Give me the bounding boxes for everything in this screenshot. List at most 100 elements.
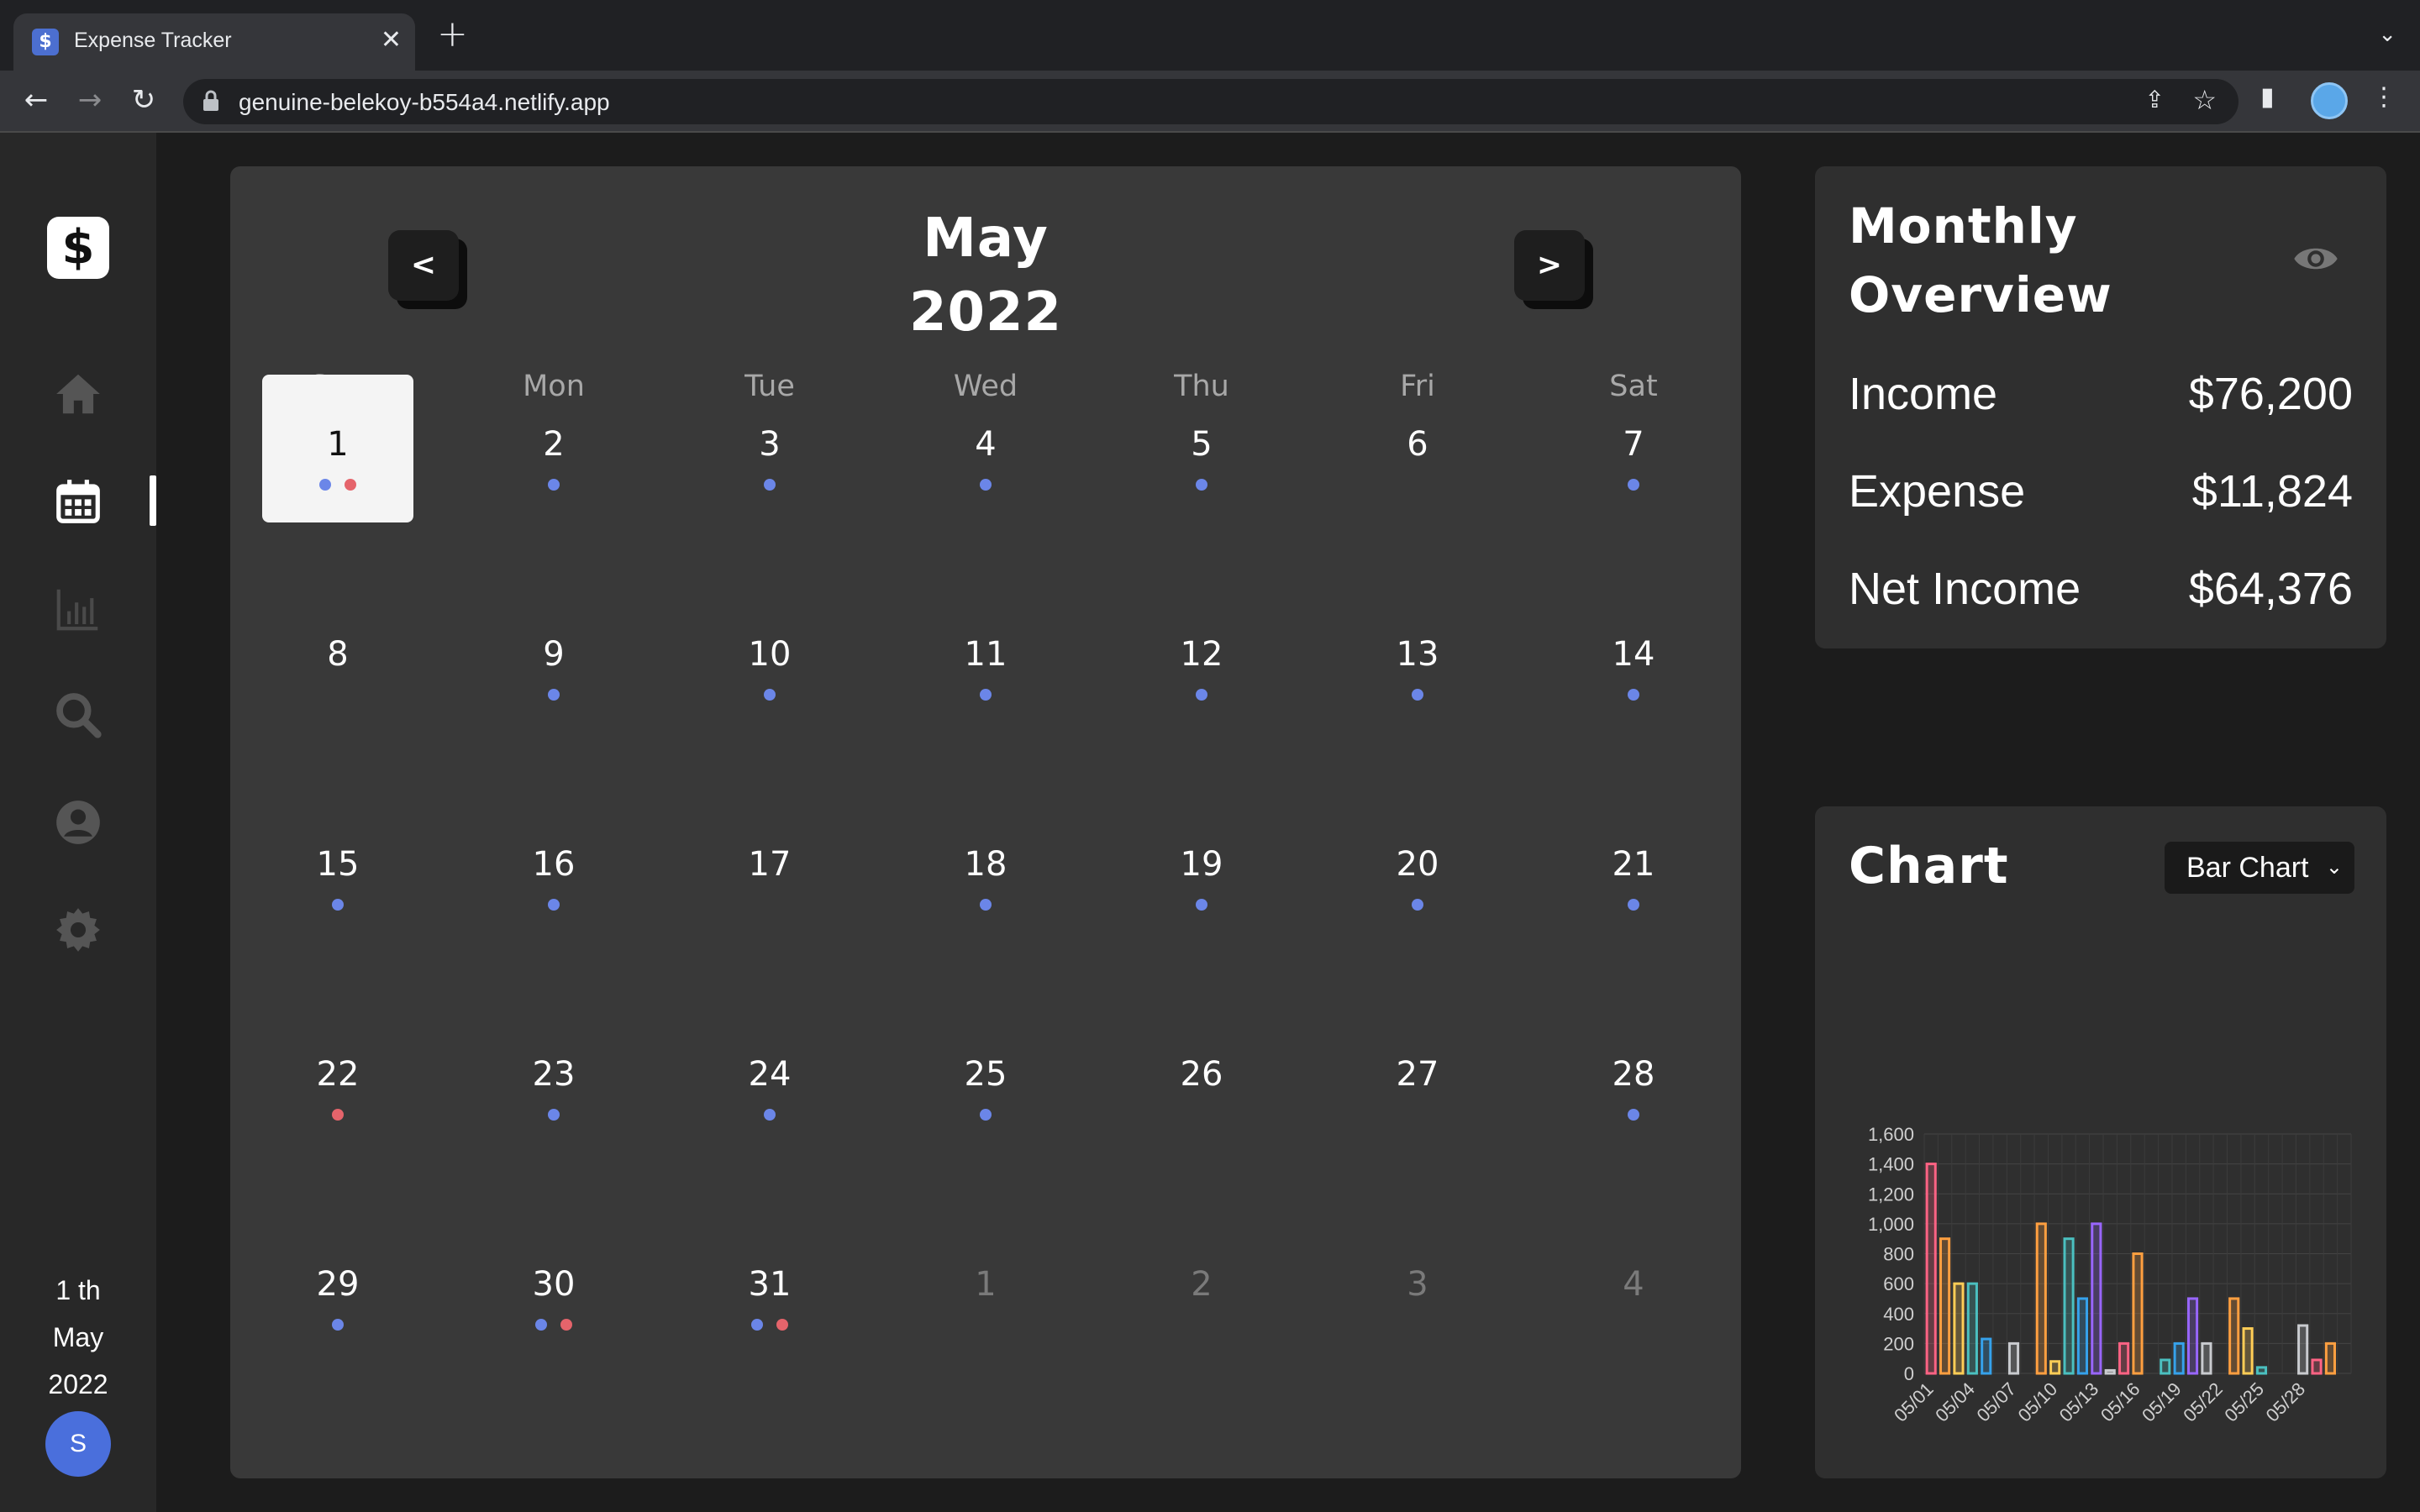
calendar-icon[interactable] — [47, 470, 109, 533]
account-icon[interactable] — [47, 791, 109, 853]
app-root: $ 1 th May 2022 S < May 2022 > Mon Tue W… — [0, 133, 2420, 1512]
bar-05-03 — [1953, 1282, 1965, 1375]
day-number: 5 — [1191, 425, 1213, 464]
calendar-day[interactable]: 8 — [262, 585, 413, 732]
transaction-dots — [694, 899, 845, 911]
day-number: 24 — [748, 1055, 792, 1094]
day-number: 23 — [532, 1055, 576, 1094]
calendar-day[interactable]: 19 — [1126, 795, 1277, 942]
calendar-day[interactable]: 20 — [1342, 795, 1493, 942]
eye-icon[interactable] — [2292, 235, 2339, 282]
side-panel-icon[interactable]: ▮ — [2260, 82, 2275, 112]
calendar-day-next-month[interactable]: 4 — [1558, 1215, 1709, 1362]
expense-dot — [345, 479, 356, 491]
income-dot — [751, 1319, 763, 1331]
tab-search-chevron-icon[interactable]: ⌄ — [2378, 22, 2396, 47]
reload-icon[interactable]: ↻ — [124, 81, 163, 119]
calendar-day[interactable]: 6 — [1342, 375, 1493, 522]
bar-05-12 — [2076, 1297, 2089, 1375]
calendar-day[interactable]: 15 — [262, 795, 413, 942]
browser-menu-icon[interactable]: ⋮ — [2371, 82, 2396, 112]
search-icon[interactable] — [47, 684, 109, 746]
calendar-day[interactable]: 7 — [1558, 375, 1709, 522]
bar-05-04 — [1966, 1282, 1978, 1375]
bookmark-star-icon[interactable]: ☆ — [2192, 84, 2217, 116]
day-number: 17 — [748, 845, 792, 884]
close-tab-icon[interactable]: ✕ — [381, 25, 402, 55]
day-number: 4 — [975, 425, 997, 464]
bar-05-07 — [2007, 1341, 2020, 1375]
address-bar[interactable]: genuine-belekoy-b554a4.netlify.app ⇪ ☆ — [183, 79, 2238, 124]
calendar-day[interactable]: 21 — [1558, 795, 1709, 942]
share-icon[interactable]: ⇪ — [2145, 86, 2165, 113]
selected-date-day: 1 th — [55, 1275, 101, 1305]
calendar-day[interactable]: 3 — [694, 375, 845, 522]
calendar-day[interactable]: 26 — [1126, 1005, 1277, 1152]
overview-title-line1: Monthly — [1849, 197, 2078, 255]
settings-gear-icon[interactable] — [47, 899, 109, 961]
home-icon[interactable] — [47, 363, 109, 425]
calendar-day[interactable]: 2 — [478, 375, 629, 522]
next-month-button[interactable]: > — [1514, 230, 1585, 301]
transaction-dots — [478, 1109, 629, 1121]
transaction-dots — [478, 899, 629, 911]
profile-avatar-icon[interactable] — [2311, 82, 2348, 119]
calendar-day[interactable]: 11 — [910, 585, 1061, 732]
calendar-day[interactable]: 27 — [1342, 1005, 1493, 1152]
day-number: 30 — [532, 1265, 576, 1304]
forward-icon[interactable]: → — [71, 81, 109, 119]
transaction-dots — [1126, 899, 1277, 911]
transaction-dots — [1342, 1319, 1493, 1331]
income-dot — [1412, 689, 1423, 701]
day-number: 25 — [964, 1055, 1007, 1094]
calendar-day-next-month[interactable]: 2 — [1126, 1215, 1277, 1362]
day-number: 14 — [1612, 635, 1655, 674]
expense-row: Expense $11,824 — [1849, 465, 2353, 524]
calendar-day[interactable]: 16 — [478, 795, 629, 942]
calendar-day[interactable]: 5 — [1126, 375, 1277, 522]
x-tick-label: 05/25 — [2220, 1378, 2268, 1426]
day-number: 6 — [1407, 425, 1428, 464]
y-tick-label: 1,400 — [1868, 1154, 1914, 1175]
bar-chart-icon[interactable] — [47, 578, 109, 640]
transaction-dots — [478, 1319, 629, 1331]
bar-05-30 — [2324, 1341, 2336, 1375]
calendar-day[interactable]: 24 — [694, 1005, 845, 1152]
calendar-day[interactable]: 13 — [1342, 585, 1493, 732]
app-logo[interactable]: $ — [47, 217, 109, 279]
user-avatar[interactable]: S — [45, 1411, 111, 1477]
calendar-day[interactable]: 4 — [910, 375, 1061, 522]
selected-date: 1 th May 2022 — [0, 1267, 156, 1408]
calendar-day[interactable]: 18 — [910, 795, 1061, 942]
transaction-dots — [694, 1319, 845, 1331]
expense-dot — [560, 1319, 572, 1331]
day-number: 2 — [1191, 1265, 1213, 1304]
calendar-day[interactable]: 30 — [478, 1215, 629, 1362]
chart-card: Chart Bar Chart ⌄ 0 200 400 600 800 1,000 1,20… — [1815, 806, 2386, 1478]
expense-value: $11,824 — [2191, 466, 2353, 517]
calendar-day[interactable]: 28 — [1558, 1005, 1709, 1152]
calendar-day[interactable]: 22 — [262, 1005, 413, 1152]
calendar-day[interactable]: 1 — [262, 375, 413, 522]
calendar-day[interactable]: 12 — [1126, 585, 1277, 732]
bar-05-24 — [2242, 1327, 2254, 1375]
new-tab-icon[interactable]: + — [437, 16, 468, 53]
x-tick-label: 05/04 — [1931, 1378, 1979, 1426]
calendar-day[interactable]: 23 — [478, 1005, 629, 1152]
calendar-day[interactable]: 29 — [262, 1215, 413, 1362]
browser-toolbar: ← → ↻ genuine-belekoy-b554a4.netlify.app… — [0, 71, 2420, 133]
calendar-day[interactable]: 10 — [694, 585, 845, 732]
browser-tab[interactable]: $ Expense Tracker ✕ — [13, 13, 415, 71]
calendar-day[interactable]: 17 — [694, 795, 845, 942]
calendar-day-next-month[interactable]: 1 — [910, 1215, 1061, 1362]
calendar-day[interactable]: 25 — [910, 1005, 1061, 1152]
calendar-day[interactable]: 14 — [1558, 585, 1709, 732]
transaction-dots — [1558, 479, 1709, 491]
transaction-dots — [1558, 899, 1709, 911]
back-icon[interactable]: ← — [17, 81, 55, 119]
bar-05-29 — [2311, 1358, 2323, 1375]
calendar-day-next-month[interactable]: 3 — [1342, 1215, 1493, 1362]
calendar-day[interactable]: 9 — [478, 585, 629, 732]
lock-icon[interactable] — [202, 89, 224, 114]
calendar-day[interactable]: 31 — [694, 1215, 845, 1362]
